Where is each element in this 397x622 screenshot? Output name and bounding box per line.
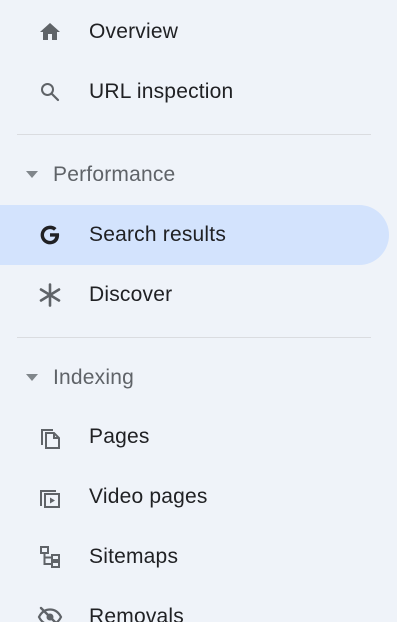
sidebar-item-label: Removals [89, 605, 184, 622]
divider [17, 337, 371, 338]
search-icon [36, 78, 64, 106]
sidebar-item-discover[interactable]: Discover [0, 265, 389, 325]
sidebar-item-video-pages[interactable]: Video pages [0, 467, 389, 527]
sidebar-item-overview[interactable]: Overview [0, 2, 389, 62]
section-toggle-indexing[interactable]: Indexing [0, 353, 389, 403]
sidebar-item-removals[interactable]: Removals [0, 587, 389, 622]
video-pages-icon [36, 483, 64, 511]
sidebar-item-label: Overview [89, 20, 179, 43]
home-icon [36, 18, 64, 46]
sidebar-item-label: Pages [89, 425, 150, 448]
sidebar-nav: Overview URL inspection Performance Sear… [0, 0, 397, 622]
asterisk-icon [36, 281, 64, 309]
sitemap-icon [36, 543, 64, 571]
sidebar-item-pages[interactable]: Pages [0, 407, 389, 467]
caret-down-icon [25, 168, 39, 182]
sidebar-item-search-results[interactable]: Search results [0, 205, 389, 265]
pages-icon [36, 423, 64, 451]
sidebar-item-label: Discover [89, 283, 173, 306]
sidebar-item-sitemaps[interactable]: Sitemaps [0, 527, 389, 587]
section-toggle-performance[interactable]: Performance [0, 150, 389, 200]
sidebar-item-label: Sitemaps [89, 545, 179, 568]
section-heading: Performance [53, 163, 176, 186]
caret-down-icon [25, 371, 39, 385]
sidebar-item-url-inspection[interactable]: URL inspection [0, 62, 389, 122]
eye-off-icon [36, 603, 64, 622]
divider [17, 134, 371, 135]
sidebar-item-label: URL inspection [89, 80, 234, 103]
sidebar-item-label: Video pages [89, 485, 208, 508]
section-heading: Indexing [53, 366, 134, 389]
google-g-icon [36, 221, 64, 249]
sidebar-item-label: Search results [89, 223, 227, 246]
